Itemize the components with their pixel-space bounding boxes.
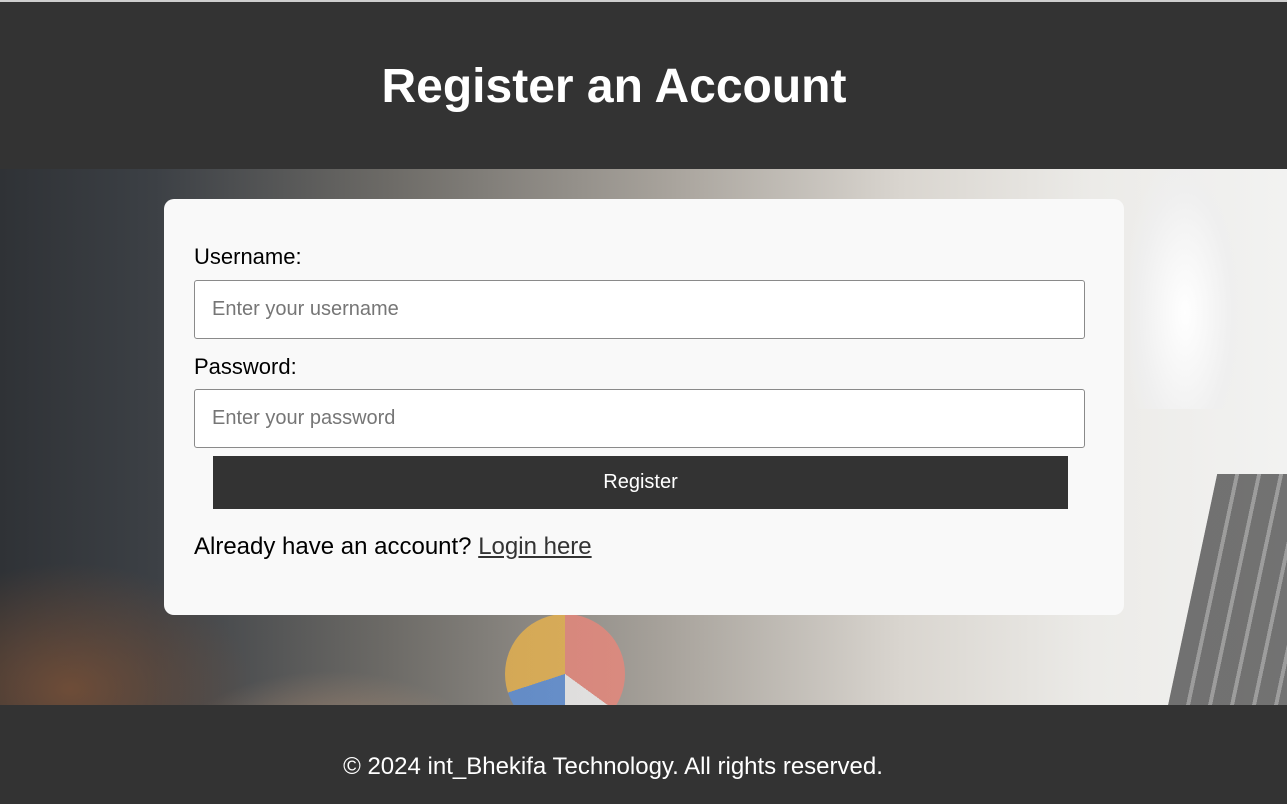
register-button[interactable]: Register — [213, 456, 1068, 509]
page-footer: © 2024 int_Bhekifa Technology. All right… — [0, 705, 1287, 804]
password-label: Password: — [194, 354, 297, 379]
login-prompt-text: Already have an account? — [194, 533, 472, 560]
username-label: Username: — [194, 244, 302, 269]
password-input[interactable] — [194, 389, 1085, 448]
login-link[interactable]: Login here — [478, 533, 591, 560]
background-mug — [1130, 169, 1240, 409]
background-laptop-keyboard — [1167, 474, 1287, 705]
page-header: Register an Account — [0, 2, 1287, 169]
register-page: Register an Account Username: Password: … — [0, 0, 1287, 804]
username-input[interactable] — [194, 280, 1085, 339]
page-title: Register an Account — [381, 60, 847, 113]
login-prompt-line: Already have an account? Login here — [194, 533, 592, 561]
background-pie-chart-paper — [505, 614, 625, 705]
register-form-card: Username: Password: Register Already hav… — [164, 199, 1124, 615]
footer-copyright: © 2024 int_Bhekifa Technology. All right… — [343, 753, 883, 780]
